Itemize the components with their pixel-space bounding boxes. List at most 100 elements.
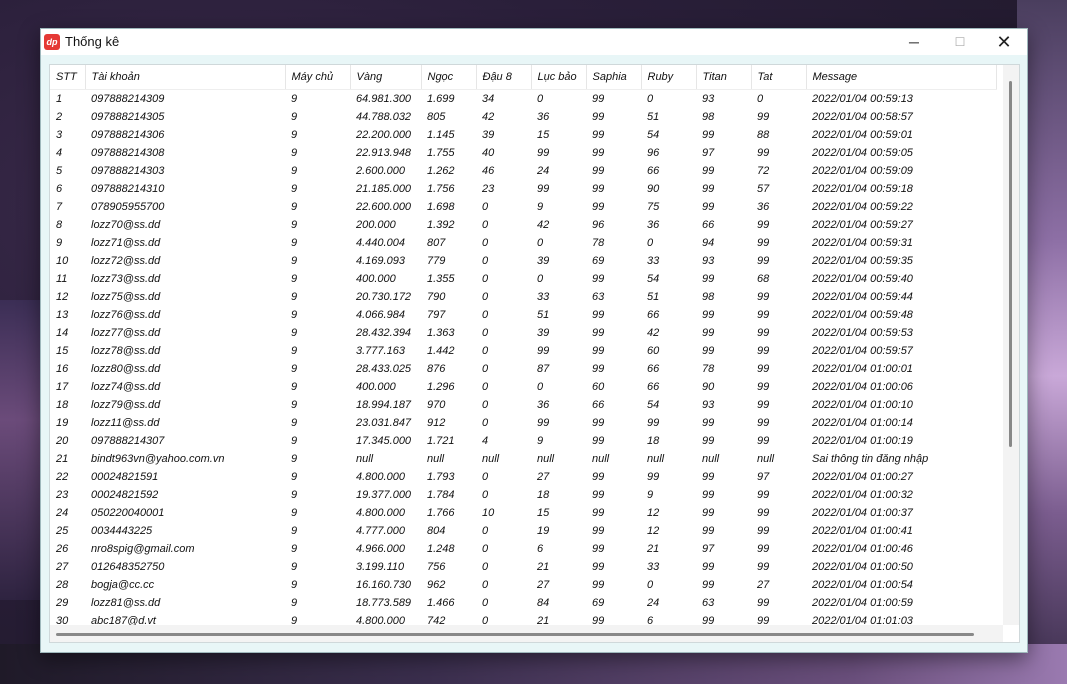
header-col-ruby[interactable]: Ruby — [641, 65, 697, 90]
cell-col-tat: 99 — [757, 381, 770, 393]
cell-col-titan: 99 — [702, 435, 715, 447]
cell-col-account: lozz70@ss.dd — [91, 219, 161, 231]
cell-col-ruby: 54 — [647, 129, 660, 141]
cell-col-message: 2022/01/04 00:59:48 — [812, 309, 913, 321]
table-row[interactable]: 3 097888214306 9 22.200.000 1.145 39 15 99 54 99 8… — [50, 126, 996, 144]
cell-col-account: lozz78@ss.dd — [91, 345, 161, 357]
stats-list-view[interactable]: STT Tài khoản Máy chủ Vàng Ngọc Đậu 8 Lục bảo S… — [49, 64, 1020, 643]
cell-col-gold: 3.199.110 — [356, 561, 405, 573]
cell-col-server: 9 — [291, 561, 298, 573]
cell-col-bean8: 39 — [482, 129, 495, 141]
table-row[interactable]: 14 lozz77@ss.dd 9 28.432.394 1.363 0 39 99 42 99 9… — [50, 324, 996, 342]
cell-col-titan: 94 — [702, 237, 715, 249]
cell-col-message: 2022/01/04 00:59:09 — [812, 165, 913, 177]
cell-col-sapphire: 99 — [592, 579, 605, 591]
cell-col-ruby: 42 — [647, 327, 660, 339]
cell-col-gem: null — [427, 453, 445, 465]
table-row[interactable]: 17 lozz74@ss.dd 9 400.000 1.296 0 0 60 66 90 99 202… — [50, 378, 996, 396]
cell-col-stt: 10 — [56, 255, 69, 267]
cell-col-gold: 3.777.163 — [356, 345, 405, 357]
header-col-emerald[interactable]: Lục bảo — [531, 65, 587, 90]
table-row[interactable]: 19 lozz11@ss.dd 9 23.031.847 912 0 99 99 99 99 99 2… — [50, 414, 996, 432]
table-row[interactable]: 24 050220040001 9 4.800.000 1.766 10 15 99 12 99 9… — [50, 504, 996, 522]
cell-col-titan: 78 — [702, 363, 715, 375]
table-row[interactable]: 2 097888214305 9 44.788.032 805 42 36 99 51 98 99 2… — [50, 108, 996, 126]
cell-col-tat: 99 — [757, 561, 770, 573]
cell-col-tat: 99 — [757, 525, 770, 537]
cell-col-account: lozz80@ss.dd — [91, 363, 161, 375]
cell-col-account: lozz77@ss.dd — [91, 327, 161, 339]
header-col-server[interactable]: Máy chủ — [285, 65, 351, 90]
table-row[interactable]: 21 bindt963vn@yahoo.com.vn 9 null null null nu… — [50, 450, 996, 468]
maximize-button[interactable]: ☐ — [937, 29, 983, 55]
cell-col-account: lozz76@ss.dd — [91, 309, 161, 321]
table-row[interactable]: 26 nro8spig@gmail.com 9 4.966.000 1.248 0 6 99 2… — [50, 540, 996, 558]
table-row[interactable]: 4 097888214308 9 22.913.948 1.755 40 99 99 96 97 9… — [50, 144, 996, 162]
cell-col-ruby: 99 — [647, 471, 660, 483]
table-row[interactable]: 23 00024821592 9 19.377.000 1.784 0 18 99 9 99 99 2… — [50, 486, 996, 504]
table-row[interactable]: 28 bogja@cc.cc 9 16.160.730 962 0 27 99 0 99 27 202… — [50, 576, 996, 594]
horizontal-scrollbar[interactable] — [50, 625, 1003, 642]
cell-col-tat: 99 — [757, 327, 770, 339]
cell-col-tat: 99 — [757, 489, 770, 501]
table-row[interactable]: 5 097888214303 9 2.600.000 1.262 46 24 99 66 99 72… — [50, 162, 996, 180]
cell-col-bean8: 0 — [482, 327, 489, 339]
cell-col-sapphire: 99 — [592, 615, 605, 625]
table-row[interactable]: 30 abc187@d.vt 9 4.800.000 742 0 21 99 6 99 99 2022… — [50, 612, 996, 625]
horizontal-scroll-thumb[interactable] — [56, 633, 974, 636]
minimize-button[interactable]: ─ — [891, 29, 937, 55]
table-row[interactable]: 12 lozz75@ss.dd 9 20.730.172 790 0 33 63 51 98 99 2… — [50, 288, 996, 306]
cell-col-message: 2022/01/04 01:01:03 — [812, 615, 913, 625]
table-row[interactable]: 25 0034443225 9 4.777.000 804 0 19 99 12 99 99 2022… — [50, 522, 996, 540]
table-row[interactable]: 1 097888214309 9 64.981.300 1.699 34 0 99 0 93 0 20… — [50, 90, 996, 109]
table-row[interactable]: 20 097888214307 9 17.345.000 1.721 4 9 99 18 99 99… — [50, 432, 996, 450]
table-row[interactable]: 16 lozz80@ss.dd 9 28.433.025 876 0 87 99 66 78 99 2… — [50, 360, 996, 378]
cell-col-stt: 29 — [56, 597, 69, 609]
table-row[interactable]: 27 012648352750 9 3.199.110 756 0 21 99 33 99 99 20… — [50, 558, 996, 576]
header-col-titan[interactable]: Titan — [696, 65, 752, 90]
cell-col-account: bogja@cc.cc — [91, 579, 155, 591]
cell-col-sapphire: 66 — [592, 399, 605, 411]
header-col-tat[interactable]: Tat — [751, 65, 807, 90]
table-row[interactable]: 8 lozz70@ss.dd 9 200.000 1.392 0 42 96 36 66 99 202… — [50, 216, 996, 234]
cell-col-stt: 22 — [56, 471, 69, 483]
cell-col-tat: 68 — [757, 273, 770, 285]
header-col-gem[interactable]: Ngọc — [421, 65, 477, 90]
table-row[interactable]: 9 lozz71@ss.dd 9 4.440.004 807 0 0 78 0 94 99 2022/… — [50, 234, 996, 252]
vertical-scroll-thumb[interactable] — [1009, 81, 1012, 447]
table-row[interactable]: 10 lozz72@ss.dd 9 4.169.093 779 0 39 69 33 93 99 20… — [50, 252, 996, 270]
header-col-stt[interactable]: STT — [50, 65, 86, 90]
cell-col-gem: 742 — [427, 615, 446, 625]
header-col-bean8[interactable]: Đậu 8 — [476, 65, 532, 90]
table-row[interactable]: 11 lozz73@ss.dd 9 400.000 1.355 0 0 99 54 99 68 202… — [50, 270, 996, 288]
cell-col-titan: 99 — [702, 507, 715, 519]
table-row[interactable]: 13 lozz76@ss.dd 9 4.066.984 797 0 51 99 66 99 99 20… — [50, 306, 996, 324]
cell-col-gold: 16.160.730 — [356, 579, 412, 591]
cell-col-gold: 44.788.032 — [356, 111, 412, 123]
cell-col-sapphire: 99 — [592, 543, 605, 555]
cell-col-titan: 93 — [702, 255, 715, 267]
cell-col-gem: 1.248 — [427, 543, 455, 555]
cell-col-server: 9 — [291, 597, 298, 609]
cell-col-bean8: 0 — [482, 399, 489, 411]
cell-col-sapphire: 99 — [592, 345, 605, 357]
cell-col-stt: 7 — [56, 201, 63, 213]
table-row[interactable]: 29 lozz81@ss.dd 9 18.773.589 1.466 0 84 69 24 63 9… — [50, 594, 996, 612]
header-col-sapphire[interactable]: Saphia — [586, 65, 642, 90]
close-button[interactable]: ✕ — [981, 29, 1027, 55]
header-col-message[interactable]: Message — [806, 65, 997, 90]
cell-col-sapphire: 99 — [592, 183, 605, 195]
cell-col-titan: 93 — [702, 399, 715, 411]
cell-col-account: lozz75@ss.dd — [91, 291, 161, 303]
title-bar[interactable]: dp Thống kê ─ ☐ ✕ — [41, 29, 1027, 55]
header-col-account[interactable]: Tài khoản — [85, 65, 286, 90]
cell-col-sapphire: 96 — [592, 219, 605, 231]
cell-col-gem: 876 — [427, 363, 446, 375]
table-row[interactable]: 6 097888214310 9 21.185.000 1.756 23 99 99 90 99 5… — [50, 180, 996, 198]
header-col-gold[interactable]: Vàng — [350, 65, 422, 90]
table-row[interactable]: 18 lozz79@ss.dd 9 18.994.187 970 0 36 66 54 93 99 2… — [50, 396, 996, 414]
table-row[interactable]: 7 078905955700 9 22.600.000 1.698 0 9 99 75 99 36 2… — [50, 198, 996, 216]
table-row[interactable]: 22 00024821591 9 4.800.000 1.793 0 27 99 99 99 97 2… — [50, 468, 996, 486]
table-row[interactable]: 15 lozz78@ss.dd 9 3.777.163 1.442 0 99 99 60 99 99… — [50, 342, 996, 360]
vertical-scrollbar[interactable] — [1003, 65, 1019, 625]
